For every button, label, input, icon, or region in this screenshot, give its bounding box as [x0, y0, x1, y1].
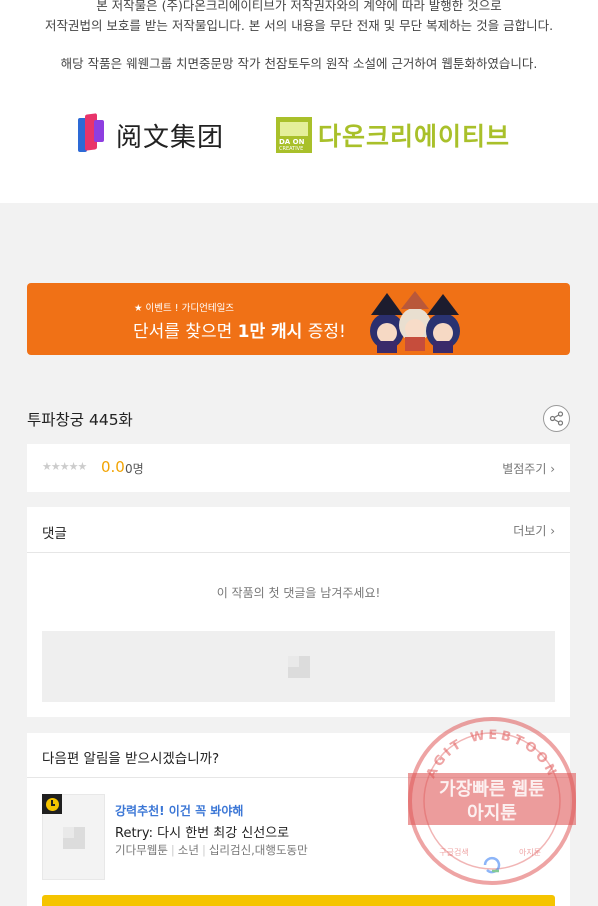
event-banner[interactable]: ★ 이벤트 ! 가디언테일즈 단서를 찾으면 1만 캐시 증정! — [27, 283, 570, 355]
clock-icon — [42, 794, 62, 814]
copyright-line-2: 저작권법의 보호를 받는 저작물입니다. 본 서의 내용을 무단 전재 및 무단… — [44, 18, 554, 33]
share-button[interactable] — [543, 405, 570, 432]
meta-genre: 소년 — [177, 843, 199, 857]
banner-characters-illustration — [370, 291, 460, 353]
banner-headline-highlight: 1만 캐시 — [237, 322, 303, 342]
banner-subtitle: ★ 이벤트 ! 가디언테일즈 — [134, 303, 235, 314]
daon-mark-text: DA ON — [279, 138, 305, 146]
meta-type: 기다무웹툰 — [115, 843, 168, 857]
recommend-tag: 강력추천! 이건 꼭 봐야해 — [115, 804, 244, 818]
rating-card: ★★★★★ 0.0 0명 별점주기 › — [27, 444, 570, 492]
comment-more-link[interactable]: 더보기 › — [513, 522, 555, 539]
image-placeholder-icon — [288, 656, 310, 678]
meta-author: 십리검신,대행도동만 — [208, 843, 308, 857]
banner-headline-a: 단서를 찾으면 — [133, 322, 238, 342]
banner-headline: 단서를 찾으면 1만 캐시 증정! — [133, 317, 346, 342]
next-episode-alert-button[interactable] — [42, 895, 555, 906]
ad-placeholder[interactable] — [42, 631, 555, 702]
divider — [27, 777, 570, 778]
rating-count: 0명 — [125, 462, 144, 476]
recommended-title[interactable]: Retry: 다시 한번 최강 신선으로 — [115, 822, 289, 841]
daon-mark-subtext: CREATIVE — [279, 146, 304, 152]
daon-logo: DA ON CREATIVE 다온크리에이티브 — [276, 117, 510, 153]
yuewen-logo: 阅文集团 — [78, 113, 225, 156]
episode-title: 투파창궁 445화 — [27, 411, 133, 429]
rating-stars-icon: ★★★★★ — [42, 460, 87, 473]
yuewen-logo-text: 阅文集团 — [116, 122, 225, 153]
comment-card: 댓글 더보기 › 이 작품의 첫 댓글을 남겨주세요! — [27, 507, 570, 717]
share-icon — [549, 411, 564, 426]
divider — [27, 552, 570, 553]
recommended-meta: 기다무웹툰 | 소년 | 십리검신,대행도동만 — [115, 843, 308, 857]
copyright-section: 본 저작물은 (주)다온크리에이티브가 저작권자와의 계약에 따라 발행한 것으… — [0, 0, 598, 203]
daon-logo-text: 다온크리에이티브 — [318, 122, 511, 151]
daon-mark-icon: DA ON CREATIVE — [276, 117, 312, 153]
image-placeholder-icon — [63, 827, 85, 849]
comment-section-title: 댓글 — [42, 526, 67, 542]
rate-button[interactable]: 별점주기 › — [502, 460, 555, 477]
rating-score: 0.0 — [101, 458, 125, 476]
yuewen-mark-icon — [78, 113, 108, 156]
webtoon-viewer-page: 본 저작물은 (주)다온크리에이티브가 저작권자와의 계약에 따라 발행한 것으… — [0, 0, 598, 906]
next-episode-alert-title: 다음편 알림을 받으시겠습니까? — [42, 751, 220, 767]
copyright-line-1: 본 저작물은 (주)다온크리에이티브가 저작권자와의 계약에 따라 발행한 것으… — [96, 0, 502, 13]
banner-headline-c: 증정! — [302, 322, 346, 342]
copyright-line-3: 해당 작품은 웨웬그룹 치면중문망 작가 천잠토두의 원작 소설에 근거하여 웹… — [60, 56, 538, 71]
next-episode-card: 다음편 알림을 받으시겠습니까? 강력추천! 이건 꼭 봐야해 Retry: 다… — [27, 733, 570, 906]
comment-empty-message: 이 작품의 첫 댓글을 남겨주세요! — [216, 586, 381, 600]
